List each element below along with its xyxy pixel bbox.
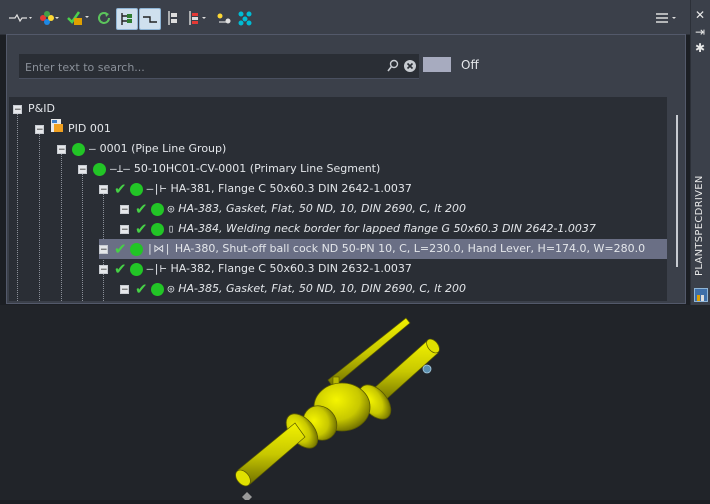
clear-search-icon[interactable] (403, 58, 417, 77)
tree-view: − P&ID − PID 001 − — 0001 (Pipe Line Gro… (9, 97, 667, 301)
collapse-icon[interactable]: − (78, 164, 87, 174)
project-tree-panel: Off − P&ID − PID 001 − — 0001 (Pipe Line… (6, 34, 686, 304)
status-dot-icon (150, 222, 164, 236)
collapse-icon[interactable]: − (57, 144, 66, 154)
toolbar (0, 0, 690, 35)
status-dot-icon (129, 262, 143, 276)
collapse-icon[interactable]: − (120, 204, 129, 214)
scrollbar-thumb[interactable] (676, 115, 678, 267)
search-input[interactable] (23, 56, 377, 78)
filter-toggle-label: Off (461, 58, 479, 72)
status-dot-icon (129, 242, 143, 256)
palette-title: PLANTSPECDRIVEN (693, 175, 707, 278)
ball-valve-3d-model[interactable] (0, 305, 710, 502)
ball-valve-icon: |⋈| (146, 242, 171, 255)
tree-row-ha-385[interactable]: − ✔ ◎ HA-385, Gasket, Flat, 50 ND, 10, D… (120, 279, 466, 299)
check-icon: ✔ (114, 260, 127, 278)
properties-icon[interactable]: ✱ (695, 42, 705, 54)
tree-row-ha-380[interactable]: − ✔ |⋈| HA-380, Shut-off ball cock ND 50… (99, 239, 667, 259)
check-icon: ✔ (135, 220, 148, 238)
tree-row-label: HA-384, Welding neck border for lapped f… (178, 222, 596, 235)
collapse-icon[interactable]: − (13, 104, 22, 114)
status-dot-icon (72, 142, 85, 156)
palette-icon[interactable] (694, 288, 708, 302)
tree-row-pid-001[interactable]: − PID 001 (35, 119, 111, 139)
line-segment-icon[interactable] (139, 8, 161, 30)
close-icon[interactable]: ✕ (695, 9, 705, 21)
check-icon: ✔ (114, 240, 127, 258)
hierarchy-dropdown-icon[interactable] (186, 8, 212, 28)
move-icon[interactable] (214, 8, 234, 28)
tree-row-ha-381[interactable]: − ✔ —|⊢ HA-381, Flange C 50x60.3 DIN 264… (99, 179, 412, 199)
auto-hide-icon[interactable]: ⇥ (695, 26, 705, 38)
tree-row-label: HA-382, Flange C 50x60.3 DIN 2632-1.0037 (170, 262, 412, 275)
tree-row-label: P&ID (28, 102, 55, 115)
tree-row-label: HA-385, Gasket, Flat, 50 ND, 10, DIN 269… (178, 282, 466, 295)
tree-row-line-group[interactable]: − — 0001 (Pipe Line Group) (57, 139, 226, 159)
search-box (19, 54, 419, 79)
tree-row-pid-root[interactable]: − P&ID (13, 99, 55, 119)
collapse-icon[interactable]: − (99, 264, 108, 274)
tree-view-icon[interactable] (116, 8, 138, 30)
flange-icon: —|⊢ (146, 262, 167, 275)
tree-row-label: PID 001 (68, 122, 111, 135)
tree-row-line-segment[interactable]: − —⊥— 50-10HC01-CV-0001 (Primary Line Se… (78, 159, 380, 179)
filter-toggle[interactable] (423, 57, 451, 72)
check-filter-icon[interactable] (64, 8, 92, 28)
line-dropdown-icon[interactable] (6, 8, 34, 28)
tree-row-ha-383[interactable]: − ✔ ◎ HA-383, Gasket, Flat, 50 ND, 10, D… (120, 199, 466, 219)
hierarchy-icon[interactable] (164, 8, 182, 28)
gasket-icon: ◎ (167, 202, 175, 215)
tree-row-ha-384[interactable]: − ✔ ▯ HA-384, Welding neck border for la… (120, 219, 596, 239)
line-segment-icon: —⊥— (110, 162, 130, 175)
search-icon[interactable] (387, 58, 399, 77)
model-viewport[interactable] (0, 305, 710, 502)
gasket-icon: ◎ (167, 282, 175, 295)
collapse-icon[interactable]: − (120, 224, 129, 234)
tree-row-label: HA-383, Gasket, Flat, 50 ND, 10, DIN 269… (178, 202, 466, 215)
status-dot-icon (129, 182, 143, 196)
drawing-file-icon (50, 118, 64, 140)
palette-title-text: PLANTSPECDRIVEN (694, 175, 705, 276)
line-group-icon: — (89, 142, 96, 155)
flange-icon: —|⊢ (146, 182, 167, 195)
welding-neck-icon: ▯ (167, 222, 175, 235)
tree-row-label: HA-380, Shut-off ball cock ND 50-PN 10, … (174, 242, 646, 255)
collapse-icon[interactable]: − (99, 244, 108, 254)
check-icon: ✔ (135, 200, 148, 218)
tree-scrollbar[interactable] (670, 97, 685, 301)
tree-row-ha-382[interactable]: − ✔ —|⊢ HA-382, Flange C 50x60.3 DIN 263… (99, 259, 412, 279)
status-dot-icon (150, 282, 164, 296)
check-icon: ✔ (135, 280, 148, 298)
collapse-icon[interactable]: − (99, 184, 108, 194)
collapse-icon[interactable]: − (120, 284, 129, 294)
tree-row-label: 50-10HC01-CV-0001 (Primary Line Segment) (133, 162, 381, 175)
collapse-icon[interactable]: − (35, 124, 44, 134)
refresh-icon[interactable] (94, 8, 114, 28)
tree-row-label: HA-381, Flange C 50x60.3 DIN 2642-1.0037 (170, 182, 412, 195)
tree-row-label: 0001 (Pipe Line Group) (99, 142, 227, 155)
menu-icon[interactable] (652, 8, 680, 28)
check-icon: ✔ (114, 180, 127, 198)
color-dropdown-icon[interactable] (36, 8, 62, 28)
status-dot-icon (93, 162, 106, 176)
connect-icon[interactable] (236, 8, 254, 28)
status-dot-icon (150, 202, 164, 216)
